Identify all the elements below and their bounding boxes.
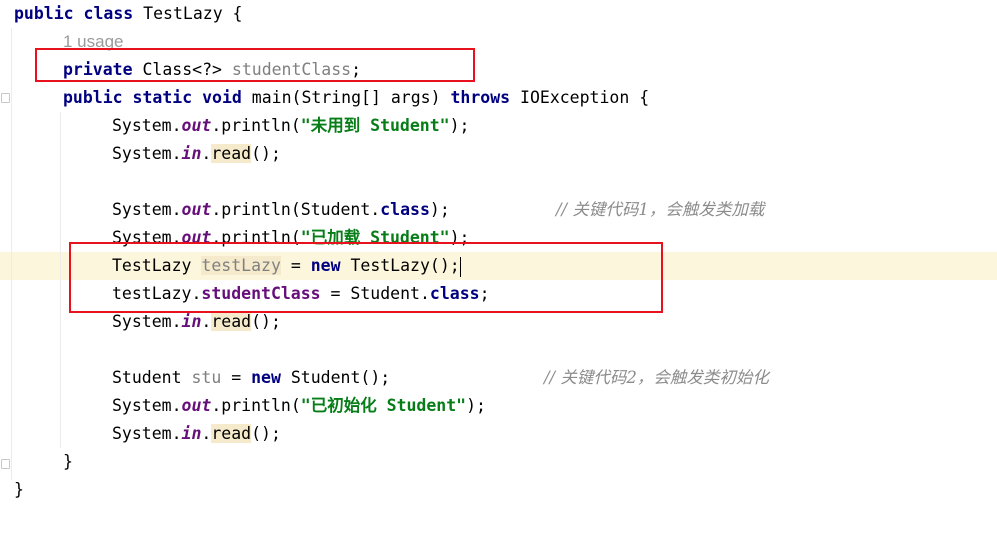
call-end: (); bbox=[251, 424, 281, 443]
code-line-17[interactable]: } bbox=[63, 448, 73, 476]
code-line-15[interactable]: System.out.println("已初始化 Student"); bbox=[112, 392, 486, 420]
code-editor[interactable]: public class TestLazy { 1 usage private … bbox=[0, 0, 997, 542]
system-ref: System. bbox=[112, 396, 182, 415]
code-line-5[interactable]: System.out.println("未用到 Student"); bbox=[112, 112, 469, 140]
code-line-1[interactable]: public class TestLazy { bbox=[14, 0, 243, 28]
call-end: (); bbox=[251, 144, 281, 163]
call-end: (); bbox=[251, 312, 281, 331]
fold-icon[interactable] bbox=[1, 93, 10, 103]
keyword-new: new bbox=[251, 368, 281, 387]
code-line-16[interactable]: System.in.read(); bbox=[112, 420, 281, 448]
system-ref: System. bbox=[112, 312, 182, 331]
closing-brace: } bbox=[63, 452, 73, 471]
keyword-public: public bbox=[63, 88, 123, 107]
code-comment-2: // 关键代码2，会触发类初始化 bbox=[544, 364, 769, 392]
system-ref: System. bbox=[112, 200, 182, 219]
code-line-14[interactable]: Student stu = new Student(); bbox=[112, 364, 390, 392]
code-comment-1: // 关键代码1，会触发类加载 bbox=[556, 196, 764, 224]
code-line-8[interactable]: System.out.println(Student.class); bbox=[112, 196, 450, 224]
method-call: .println( bbox=[211, 116, 301, 135]
exception-type: IOException { bbox=[510, 88, 650, 107]
indent-guide bbox=[11, 28, 12, 480]
code-line-4[interactable]: public static void main(String[] args) t… bbox=[63, 84, 649, 112]
static-field-in: in bbox=[181, 424, 202, 443]
static-field-out: out bbox=[181, 396, 212, 415]
constructor-call: Student(); bbox=[280, 368, 391, 387]
keyword-public: public bbox=[14, 4, 74, 23]
method-read: read bbox=[211, 144, 252, 163]
annotation-box bbox=[69, 242, 663, 313]
dot: . bbox=[201, 312, 212, 331]
call-end: ); bbox=[466, 396, 486, 415]
method-read: read bbox=[211, 424, 252, 443]
type-name: Student bbox=[112, 368, 192, 387]
code-line-18[interactable]: } bbox=[14, 476, 24, 504]
class-name: TestLazy { bbox=[133, 4, 243, 23]
indent-guide bbox=[60, 112, 61, 448]
fold-icon[interactable] bbox=[1, 459, 10, 469]
assign: = bbox=[221, 368, 252, 387]
system-ref: System. bbox=[112, 424, 182, 443]
variable-stu: stu bbox=[191, 368, 222, 387]
system-ref: System. bbox=[112, 116, 182, 135]
call-end: ); bbox=[429, 200, 450, 219]
code-line-6[interactable]: System.in.read(); bbox=[112, 140, 281, 168]
dot: . bbox=[201, 424, 212, 443]
static-field-in: in bbox=[181, 312, 202, 331]
static-field-out: out bbox=[181, 116, 212, 135]
system-ref: System. bbox=[112, 144, 182, 163]
comment-text: // 关键代码2，会触发类初始化 bbox=[544, 368, 769, 387]
method-call: .println( bbox=[211, 396, 301, 415]
method-read: read bbox=[211, 312, 252, 331]
keyword-throws: throws bbox=[450, 88, 511, 107]
string-literal: "未用到 Student" bbox=[300, 116, 450, 135]
static-field-in: in bbox=[181, 144, 202, 163]
keyword-class: class bbox=[380, 200, 430, 219]
call-end: ); bbox=[449, 116, 470, 135]
dot: . bbox=[201, 144, 212, 163]
keyword-void: void bbox=[202, 88, 242, 107]
keyword-class: class bbox=[83, 4, 134, 23]
keyword-static: static bbox=[132, 88, 193, 107]
comment-text: // 关键代码1，会触发类加载 bbox=[556, 200, 765, 219]
annotation-box bbox=[35, 48, 475, 82]
static-field-out: out bbox=[181, 200, 212, 219]
method-signature: main(String[] args) bbox=[241, 88, 451, 107]
editor-gutter bbox=[0, 0, 10, 542]
method-call: .println(Student. bbox=[211, 200, 381, 219]
string-literal: "已初始化 Student" bbox=[300, 396, 467, 415]
closing-brace: } bbox=[14, 480, 24, 499]
